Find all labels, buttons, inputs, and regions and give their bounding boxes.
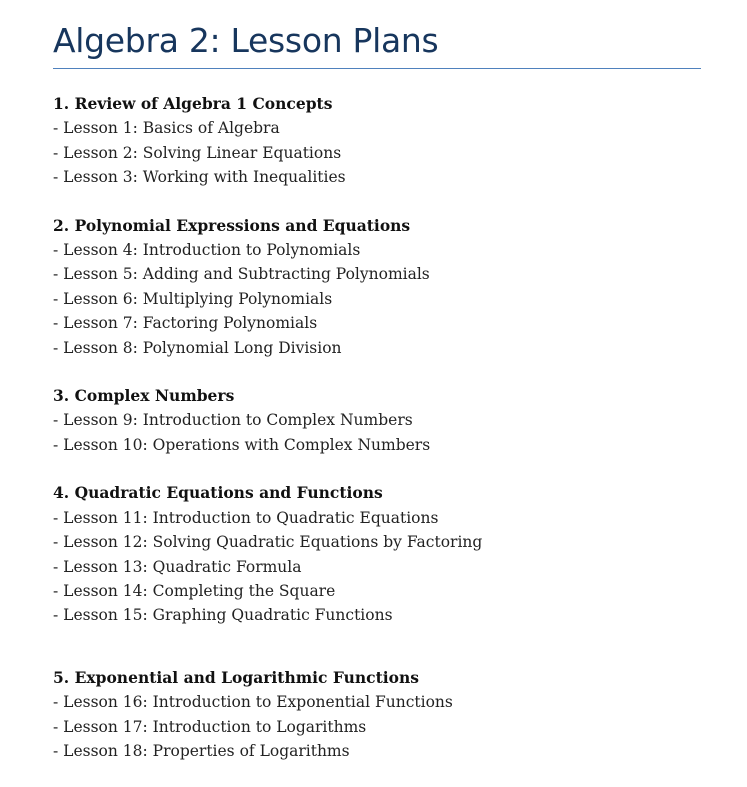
section-quadratics: 4. Quadratic Equations and Functions - L… — [53, 481, 701, 627]
lesson-item: - Lesson 15: Graphing Quadratic Function… — [53, 606, 393, 625]
lesson-item: - Lesson 8: Polynomial Long Division — [53, 338, 342, 357]
lesson-item: - Lesson 12: Solving Quadratic Equations… — [53, 533, 483, 552]
lesson-item: - Lesson 1: Basics of Algebra — [53, 119, 280, 138]
lesson-item: - Lesson 17: Introduction to Logarithms — [53, 717, 367, 736]
title-underline-rule — [53, 68, 701, 69]
section-heading: 3. Complex Numbers — [53, 386, 235, 406]
section-heading: 1. Review of Algebra 1 Concepts — [53, 94, 333, 113]
lesson-sections: 1. Review of Algebra 1 Concepts - Lesson… — [53, 92, 701, 763]
lesson-item: - Lesson 4: Introduction to Polynomials — [53, 241, 361, 260]
lesson-item: - Lesson 14: Completing the Square — [53, 581, 336, 600]
lesson-item: - Lesson 13: Quadratic Formula — [53, 557, 302, 576]
section-heading: 2. Polynomial Expressions and Equations — [53, 215, 411, 235]
section-heading: 5. Exponential and Logarithmic Functions — [53, 667, 419, 687]
lesson-item: - Lesson 2: Solving Linear Equations — [53, 143, 342, 162]
lesson-item: - Lesson 10: Operations with Complex Num… — [53, 435, 431, 454]
lesson-item: - Lesson 11: Introduction to Quadratic E… — [53, 508, 439, 527]
lesson-item: - Lesson 3: Working with Inequalities — [53, 168, 346, 187]
lesson-item: - Lesson 7: Factoring Polynomials — [53, 314, 318, 333]
document-title: Algebra 2: Lesson Plans — [53, 21, 439, 60]
lesson-item: - Lesson 9: Introduction to Complex Numb… — [53, 411, 413, 430]
section-exponential-logarithmic: 5. Exponential and Logarithmic Functions… — [53, 666, 701, 764]
section-heading: 4. Quadratic Equations and Functions — [53, 483, 383, 503]
section-polynomials: 2. Polynomial Expressions and Equations … — [53, 214, 701, 360]
lesson-item: - Lesson 16: Introduction to Exponential… — [53, 693, 453, 712]
section-complex-numbers: 3. Complex Numbers - Lesson 9: Introduct… — [53, 384, 701, 457]
lesson-item: - Lesson 5: Adding and Subtracting Polyn… — [53, 265, 430, 284]
lesson-item: - Lesson 6: Multiplying Polynomials — [53, 289, 333, 308]
lesson-item: - Lesson 18: Properties of Logarithms — [53, 741, 350, 760]
document-page: Algebra 2: Lesson Plans 1. Review of Alg… — [53, 20, 701, 787]
section-review-algebra-1: 1. Review of Algebra 1 Concepts - Lesson… — [53, 92, 701, 190]
